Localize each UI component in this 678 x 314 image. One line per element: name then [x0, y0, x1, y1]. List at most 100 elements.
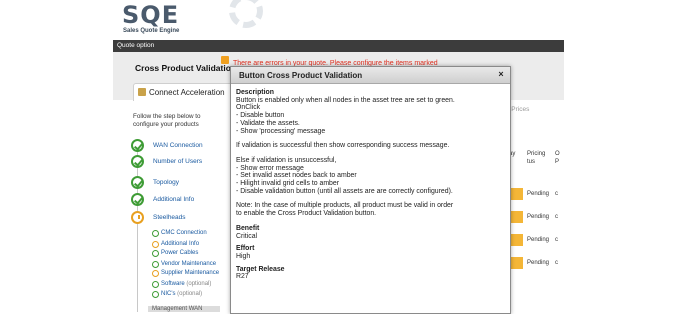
grid-header: tus [527, 159, 536, 165]
description-line: OnClick [236, 104, 261, 112]
description-line: - Disable validation button (until all a… [236, 187, 453, 195]
substep-label: Power Cables [161, 250, 198, 256]
step-label: WAN Connection [153, 142, 203, 149]
check-icon [152, 281, 159, 288]
grid-header: Pricing [527, 151, 546, 157]
link-icon[interactable]: c [555, 191, 558, 197]
warning-circle-icon [152, 241, 159, 248]
tab-connect-acceleration[interactable]: Connect Acceleration [133, 83, 245, 101]
page-margin-left [0, 0, 113, 312]
topbar: Quote option [113, 40, 564, 52]
step-label: Number of Users [153, 158, 203, 165]
table-row[interactable]: Pending c [509, 188, 564, 200]
release-value: R27 [236, 273, 249, 281]
status-cell: Pending [527, 260, 550, 266]
effort-heading: Effort [236, 245, 255, 253]
substep-label: Supplier Maintenance [161, 270, 219, 276]
substep-name: NIC's [161, 291, 176, 297]
description-line: to enable the Cross Product Validation b… [236, 210, 377, 218]
substep-name: Supplier Maintenance [161, 270, 220, 276]
logo-text: SQE [122, 1, 180, 29]
amber-cell [509, 211, 523, 223]
page-margin-right [564, 0, 678, 312]
substep-name: Software [161, 281, 185, 287]
substep-label: Additional Info [161, 241, 199, 247]
step-label: Steelheads [153, 214, 186, 221]
description-line: - Hilight invalid grid cells to amber [236, 180, 340, 188]
amber-cell [509, 257, 523, 269]
description-line: Button is enabled only when all nodes in… [236, 96, 455, 104]
status-cell: Pending [527, 214, 550, 220]
benefit-heading: Benefit [236, 224, 260, 232]
substep-name: Power Cables [161, 250, 199, 256]
step-label: Additional Info [153, 196, 195, 203]
optional-tag: (optional) [186, 281, 212, 287]
link-icon[interactable]: c [555, 237, 558, 243]
warning-icon [221, 56, 229, 64]
warning-circle-icon [152, 270, 159, 277]
description-line: If validation is successful then show co… [236, 142, 450, 150]
logo: SQE Sales Quote Engine [119, 0, 194, 40]
tooltip-title: Button Cross Product Validation [239, 71, 363, 80]
substep-label: NIC's (optional) [161, 291, 202, 297]
close-icon[interactable]: × [496, 69, 506, 79]
substep-label: Software (optional) [161, 281, 211, 287]
product-title: Cross Product Validation [135, 63, 237, 73]
description-line: Note: In the case of multiple products, … [236, 202, 454, 210]
tab-label: Connect Acceleration [149, 88, 225, 97]
warning-circle-icon [131, 211, 144, 224]
app-header: SQE Sales Quote Engine [113, 0, 564, 40]
check-icon [152, 261, 159, 268]
check-icon [131, 155, 144, 168]
check-icon [152, 230, 159, 237]
topbar-title: Quote option [117, 42, 155, 49]
description-line: - Set invalid asset nodes back to amber [236, 172, 357, 180]
grid-header: O [555, 151, 560, 157]
tooltip-panel: Button Cross Product Validation × Descri… [230, 66, 511, 314]
step-label: Topology [153, 179, 180, 186]
pricing-grid: ay Pricing tus O P Pending c Pending c P… [509, 151, 564, 301]
step-connector [137, 148, 138, 312]
link-icon[interactable]: c [555, 260, 558, 266]
instructions-text: Follow the step below to configure your … [133, 113, 201, 128]
product-icon [138, 88, 146, 96]
link-icon[interactable]: c [555, 214, 558, 220]
optional-tag: (optional) [177, 291, 203, 297]
description-line: - Show error message [236, 164, 304, 172]
description-line: Else if validation is unsuccessful, [236, 156, 337, 164]
logo-subtitle: Sales Quote Engine [123, 28, 180, 34]
check-icon [131, 139, 144, 152]
amber-cell [509, 188, 523, 200]
gear-icon [229, 0, 263, 28]
substep-label: CMC Connection [161, 230, 207, 236]
check-icon [131, 176, 144, 189]
benefit-value: Critical [236, 232, 258, 240]
check-icon [152, 250, 159, 257]
check-icon [152, 291, 159, 298]
status-cell: Pending [527, 191, 550, 197]
amber-cell [509, 234, 523, 246]
table-row[interactable]: Pending c [509, 211, 564, 223]
effort-value: High [236, 252, 251, 260]
grid-header: P [555, 159, 560, 165]
description-heading: Description [236, 89, 274, 96]
description-line: - Validate the assets. [236, 119, 300, 127]
tooltip-header: Button Cross Product Validation × [231, 67, 510, 84]
release-heading: Target Release [236, 265, 285, 273]
step-label: Management WAN [152, 306, 203, 312]
check-icon [131, 193, 144, 206]
table-row[interactable]: Pending c [509, 257, 564, 269]
substep-name: CMC Connection [161, 230, 207, 236]
status-cell: Pending [527, 237, 550, 243]
substep-name: Vendor Maintenance [161, 261, 217, 267]
substep-label: Vendor Maintenance [161, 261, 216, 267]
description-line: - Show 'processing' message [236, 127, 326, 135]
substep-name: Additional Info [161, 241, 200, 247]
description-line: - Disable button [236, 112, 285, 120]
table-row[interactable]: Pending c [509, 234, 564, 246]
step-management-wan[interactable]: Management WAN [148, 306, 220, 312]
